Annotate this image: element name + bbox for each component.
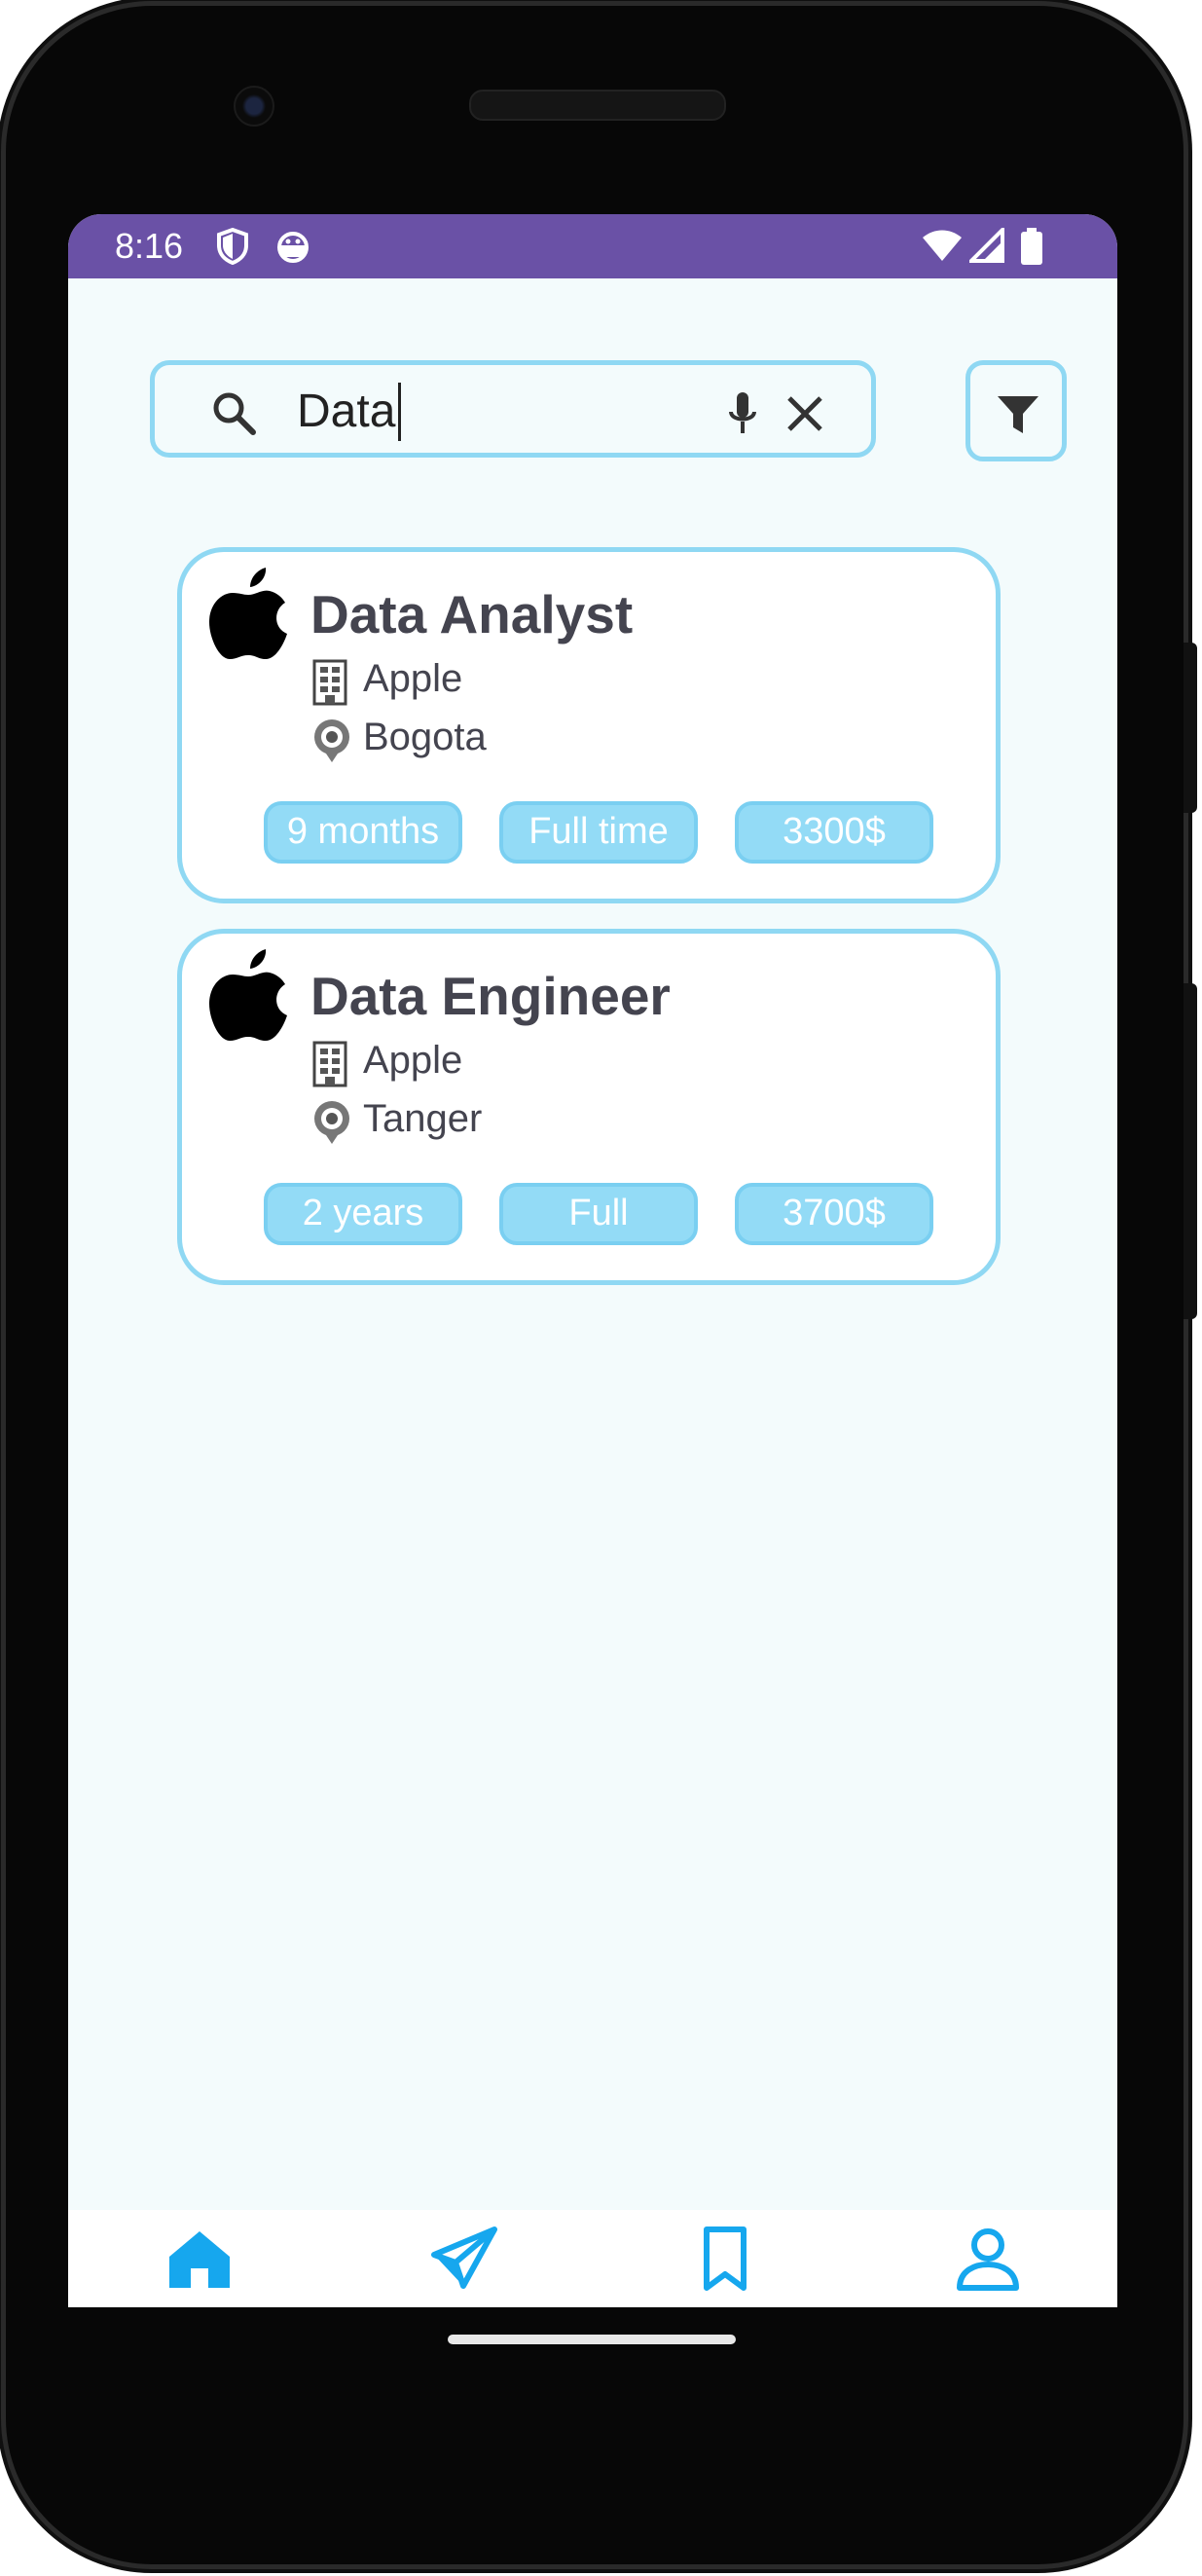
apple-logo-icon (209, 568, 287, 659)
job-title: Data Analyst (310, 584, 634, 644)
job-type-chip: Full (499, 1183, 698, 1245)
location-name: Bogota (363, 716, 487, 758)
job-type-chip: Full time (499, 801, 698, 864)
salary-chip: 3300$ (735, 801, 933, 864)
company-name: Apple (363, 1039, 463, 1082)
salary-chip: 3700$ (735, 1183, 933, 1245)
search-input[interactable]: Data (297, 385, 715, 438)
bookmark-icon[interactable] (691, 2226, 759, 2294)
apple-logo-icon (209, 949, 287, 1041)
home-indicator[interactable] (448, 2335, 736, 2344)
filter-button[interactable] (965, 360, 1067, 461)
earpiece-speaker (469, 90, 726, 121)
search-bar[interactable]: Data (150, 360, 876, 458)
microphone-icon[interactable] (727, 390, 758, 437)
building-icon (312, 1041, 347, 1087)
shield-icon (217, 228, 248, 265)
send-icon[interactable] (430, 2226, 498, 2294)
signal-icon (969, 228, 1004, 263)
battery-icon (1021, 228, 1042, 265)
location-name: Tanger (363, 1097, 483, 1140)
filter-icon (998, 396, 1038, 433)
search-icon (213, 392, 256, 435)
clear-icon[interactable] (785, 394, 824, 433)
location-pin-icon (314, 719, 349, 762)
profile-icon[interactable] (954, 2226, 1022, 2294)
home-icon[interactable] (165, 2226, 234, 2294)
location-pin-icon (314, 1101, 349, 1144)
status-time: 8:16 (115, 226, 184, 266)
status-bar: 8:16 (68, 214, 1117, 278)
text-caret (398, 383, 401, 441)
job-card[interactable]: Data Analyst Apple Bogota 9 months Full … (177, 547, 1001, 903)
android-icon (277, 232, 309, 263)
job-card[interactable]: Data Engineer Apple Tanger 2 years Full … (177, 929, 1001, 1285)
volume-button (1184, 983, 1197, 1319)
screen: 8:16 Data Data Analyst Apple Bogota 9 mo… (68, 214, 1117, 2307)
duration-chip: 9 months (264, 801, 462, 864)
duration-chip: 2 years (264, 1183, 462, 1245)
power-button (1184, 643, 1197, 813)
wifi-icon (923, 230, 962, 261)
bottom-navigation (68, 2210, 1117, 2307)
front-camera (234, 86, 274, 127)
job-title: Data Engineer (310, 966, 671, 1026)
company-name: Apple (363, 657, 463, 700)
building-icon (312, 659, 347, 706)
